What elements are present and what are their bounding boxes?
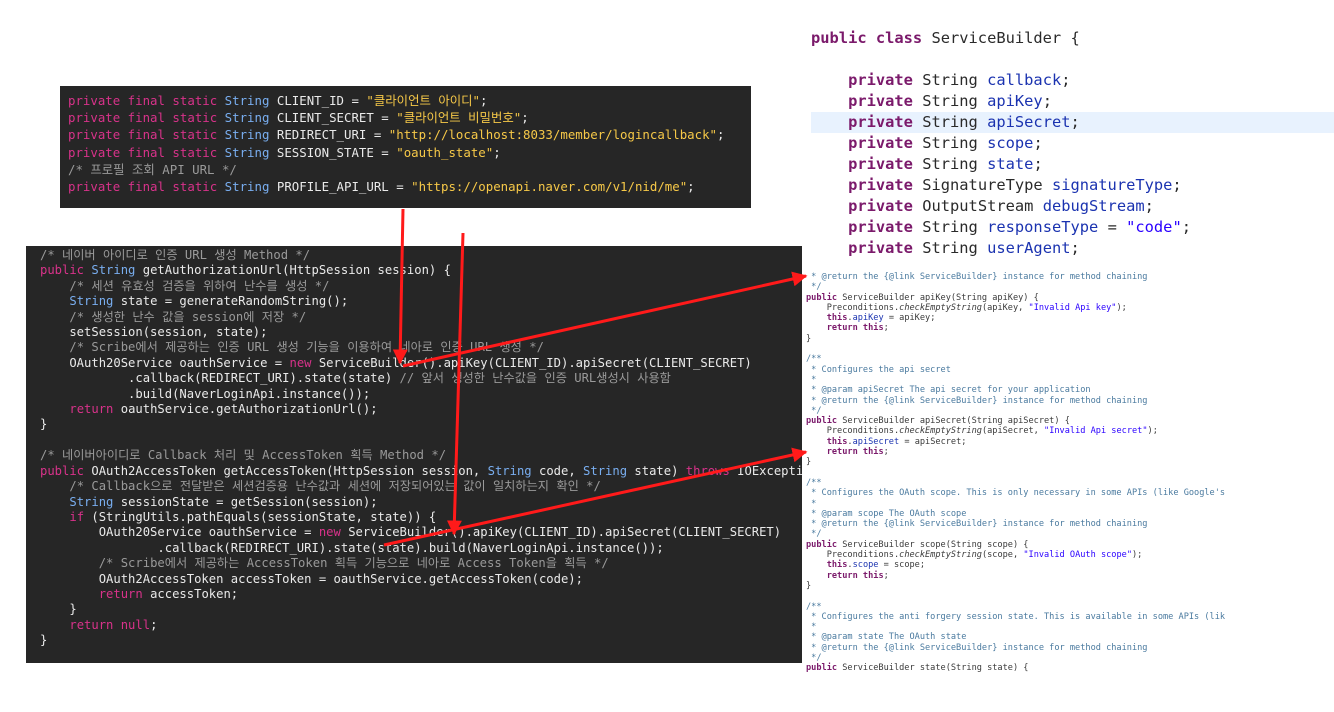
arrow-client-secret-to-builder xyxy=(446,232,465,536)
arrow-builder-to-apisecret xyxy=(383,447,808,547)
arrow-builder-to-apikey xyxy=(402,271,808,368)
annotation-arrows xyxy=(383,208,808,547)
arrow-client-id-to-builder xyxy=(392,208,408,365)
